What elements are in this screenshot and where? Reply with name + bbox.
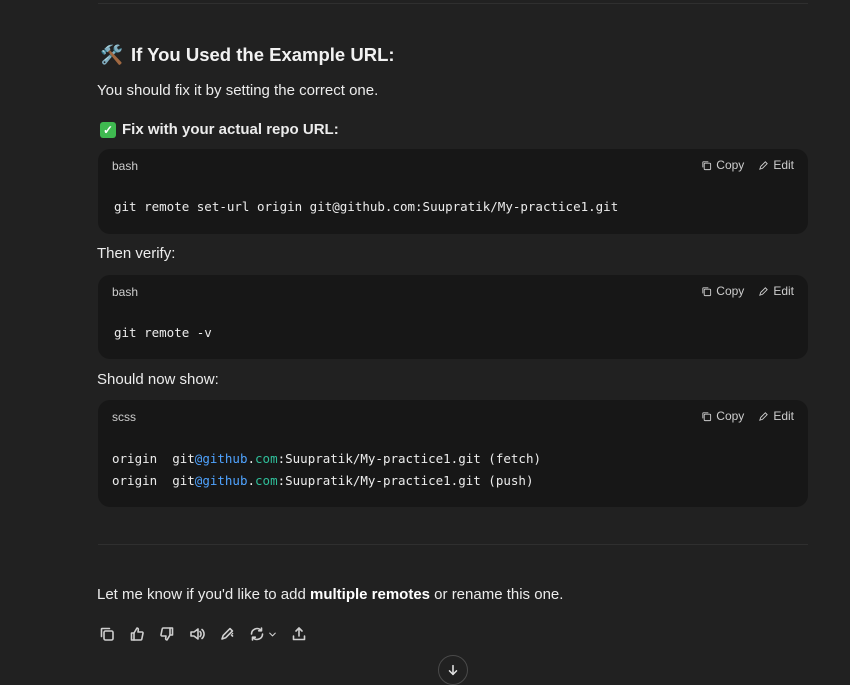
chevron-down-icon [268, 632, 276, 636]
top-divider [98, 3, 808, 4]
code-output: origin git@github.com:Suupratik/My-pract… [112, 448, 541, 492]
check-mark-icon: ✓ [100, 121, 116, 138]
code-language-label: bash [112, 159, 139, 173]
copy-code-button[interactable]: Copy [701, 158, 744, 172]
regenerate-button[interactable] [248, 625, 278, 643]
copy-icon [702, 411, 712, 421]
code-language-label: scss [112, 410, 136, 424]
message-actions [98, 625, 308, 643]
code-block-verify: bash Copy Edit git remote -v [98, 275, 808, 359]
share-icon [292, 627, 306, 641]
share-button[interactable] [290, 625, 308, 643]
code-toolbar: Copy Edit [701, 158, 794, 172]
edit-code-button[interactable]: Edit [758, 284, 794, 298]
code-line: git remote set-url origin git@github.com… [114, 199, 619, 214]
edit-in-canvas-button[interactable] [218, 625, 236, 643]
thumbs-up-icon [130, 627, 144, 641]
code-line: origin git@github.com:Suupratik/My-pract… [112, 451, 541, 466]
arrow-down-icon [448, 664, 458, 676]
bad-response-button[interactable] [158, 625, 176, 643]
read-aloud-button[interactable] [188, 625, 206, 643]
section-divider [98, 544, 808, 545]
copy-code-button[interactable]: Copy [701, 284, 744, 298]
fix-label: ✓ Fix with your actual repo URL: [100, 121, 339, 138]
section-heading: 🛠️ If You Used the Example URL: [100, 44, 395, 66]
good-response-button[interactable] [128, 625, 146, 643]
fix-label-text: Fix with your actual repo URL: [122, 121, 339, 138]
code-block-set-url: bash Copy Edit git remote set-url origin… [98, 149, 808, 234]
edit-pen-icon [759, 286, 769, 296]
show-label: Should now show: [97, 371, 219, 388]
intro-text: You should fix it by setting the correct… [97, 82, 379, 99]
edit-pen-icon [759, 411, 769, 421]
code-toolbar: Copy Edit [701, 409, 794, 423]
copy-code-button[interactable]: Copy [701, 409, 744, 423]
code-line: git remote -v [114, 325, 212, 340]
edit-pen-icon [759, 160, 769, 170]
copy-icon [702, 286, 712, 296]
tools-emoji-icon: 🛠️ [100, 44, 124, 65]
edit-code-button[interactable]: Edit [758, 409, 794, 423]
edit-code-button[interactable]: Edit [758, 158, 794, 172]
copy-icon [702, 160, 712, 170]
copy-icon [100, 627, 114, 641]
code-toolbar: Copy Edit [701, 284, 794, 298]
thumbs-down-icon [160, 627, 174, 641]
section-heading-text: If You Used the Example URL: [131, 44, 395, 65]
closing-text: Let me know if you'd like to add multipl… [97, 586, 564, 603]
scroll-to-bottom-button[interactable] [438, 655, 468, 685]
code-line: origin git@github.com:Suupratik/My-pract… [112, 473, 534, 488]
code-language-label: bash [112, 285, 139, 299]
edit-pen-icon [221, 627, 234, 640]
regenerate-icon [250, 627, 263, 641]
code-block-output: scss Copy Edit origin git@github.com:Suu… [98, 400, 808, 507]
speaker-icon [190, 628, 205, 640]
verify-label: Then verify: [97, 245, 176, 262]
copy-message-button[interactable] [98, 625, 116, 643]
